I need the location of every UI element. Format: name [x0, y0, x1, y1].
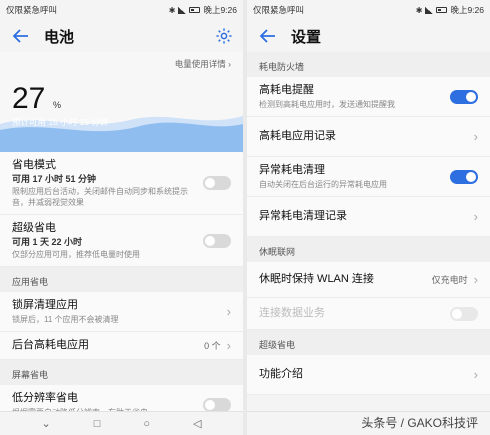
power-saving-mode-row[interactable]: 省电模式 可用 17 小时 51 分钟 限制应用后台活动，关闭邮件自动同步和系统…: [0, 152, 243, 215]
row-sub: 检测到高耗电应用时，发送通知提醒我: [259, 100, 395, 109]
row-title: 休眠时保持 WLAN 连接: [259, 273, 374, 285]
nav-bar: ⌄ □ ○ ◁: [0, 411, 243, 435]
chevron-right-icon: ›: [226, 304, 231, 319]
super-saving-row[interactable]: 超级省电 可用 1 天 22 小时 仅部分应用可用，推荐低电量时使用: [0, 215, 243, 267]
row-title: 锁屏清理应用: [12, 299, 78, 311]
battery-screen: 仅限紧急呼叫 ✱ 晚上9:26 电池 电量使用详情 › 27 % 预计可用 16…: [0, 0, 243, 435]
data-service-toggle: [450, 306, 478, 321]
high-drain-record-row[interactable]: 高耗电应用记录 ›: [247, 117, 490, 157]
carrier-text: 仅限紧急呼叫: [6, 5, 58, 15]
app-bar: 设置: [247, 20, 490, 52]
super-saving-toggle[interactable]: [203, 233, 231, 248]
chevron-right-icon: ›: [473, 272, 478, 287]
bluetooth-icon: ✱: [168, 5, 176, 15]
lock-screen-clean-row[interactable]: 锁屏清理应用 锁屏后，11 个应用不会被清理 ›: [0, 292, 243, 332]
high-drain-alert-row[interactable]: 高耗电提醒 检测到高耗电应用时，发送通知提醒我: [247, 77, 490, 117]
percent-sign: %: [53, 100, 62, 110]
data-service-row: 连接数据业务: [247, 298, 490, 330]
row-sub-bold: 可用 1 天 22 小时: [12, 237, 83, 247]
row-title: 异常耗电清理记录: [259, 210, 347, 222]
chevron-right-icon: ›: [473, 129, 478, 144]
row-sub: 仅部分应用可用，推荐低电量时使用: [12, 250, 140, 259]
chevron-down-icon[interactable]: ⌄: [42, 417, 51, 430]
background-drain-row[interactable]: 后台高耗电应用 0 个 ›: [0, 332, 243, 360]
section-header: 屏幕省电: [0, 360, 243, 385]
power-saving-toggle[interactable]: [203, 176, 231, 190]
battery-level-panel: 电量使用详情 › 27 % 预计可用 16 小时 15 分钟: [0, 52, 243, 152]
signal-icon: [425, 6, 434, 14]
back-arrow-icon[interactable]: [257, 25, 279, 47]
battery-percent: 27: [12, 82, 46, 115]
abnormal-clean-toggle[interactable]: [450, 169, 478, 184]
abnormal-clean-row[interactable]: 异常耗电清理 自动关闭在后台运行的异常耗电应用: [247, 157, 490, 197]
abnormal-clean-record-row[interactable]: 异常耗电清理记录 ›: [247, 197, 490, 237]
row-sub: 自动关闭在后台运行的异常耗电应用: [259, 180, 387, 189]
app-bar: 电池: [0, 20, 243, 52]
row-title: 高耗电应用记录: [259, 130, 336, 142]
low-resolution-toggle[interactable]: [203, 397, 231, 412]
signal-icon: [178, 6, 187, 14]
row-title: 超级省电: [12, 222, 56, 234]
back-triangle-icon[interactable]: ◁: [193, 417, 201, 430]
chevron-right-icon: ›: [473, 367, 478, 382]
remaining-time: 预计可用 16 小时 15 分钟: [12, 117, 109, 127]
row-sub-bold: 可用 17 小时 51 分钟: [12, 174, 97, 184]
status-bar: 仅限紧急呼叫 ✱ 晚上9:26: [247, 0, 490, 20]
clock-text: 晚上9:26: [203, 5, 237, 15]
gear-icon[interactable]: [215, 27, 233, 45]
settings-screen: 仅限紧急呼叫 ✱ 晚上9:26 设置 耗电防火墙 高耗电提醒 检测到高耗电应用时…: [247, 0, 490, 435]
high-drain-alert-toggle[interactable]: [450, 89, 478, 104]
usage-details-link[interactable]: 电量使用详情 ›: [175, 58, 231, 70]
battery-icon: [189, 7, 201, 13]
row-value: 仅充电时: [431, 275, 468, 285]
section-header: 超级省电: [247, 330, 490, 355]
chevron-right-icon: ›: [226, 338, 231, 353]
row-title: 省电模式: [12, 159, 56, 171]
page-title: 电池: [44, 28, 75, 46]
section-header: 休眠联网: [247, 237, 490, 262]
section-header: 耗电防火墙: [247, 52, 490, 77]
row-title: 后台高耗电应用: [12, 339, 89, 351]
back-arrow-icon[interactable]: [10, 25, 32, 47]
section-header: 应用省电: [0, 267, 243, 292]
home-icon[interactable]: ○: [143, 418, 150, 430]
row-title: 连接数据业务: [259, 307, 325, 319]
row-value: 0 个: [204, 341, 221, 351]
feature-intro-row[interactable]: 功能介绍 ›: [247, 355, 490, 395]
page-title: 设置: [291, 28, 322, 46]
status-bar: 仅限紧急呼叫 ✱ 晚上9:26: [0, 0, 243, 20]
recent-apps-icon[interactable]: □: [94, 418, 101, 430]
row-sub: 锁屏后，11 个应用不会被清理: [12, 315, 119, 324]
row-title: 低分辨率省电: [12, 392, 78, 404]
battery-icon: [436, 7, 448, 13]
chevron-right-icon: ›: [473, 209, 478, 224]
sleep-wlan-row[interactable]: 休眠时保持 WLAN 连接 仅充电时 ›: [247, 262, 490, 298]
clock-text: 晚上9:26: [450, 5, 484, 15]
row-title: 功能介绍: [259, 368, 303, 380]
row-sub: 限制应用后台活动，关闭邮件自动同步和系统提示音，并减弱视觉效果: [12, 187, 188, 207]
watermark: 头条号 / GAKO科技评: [361, 416, 478, 430]
row-title: 异常耗电清理: [259, 164, 325, 176]
bluetooth-icon: ✱: [415, 5, 423, 15]
carrier-text: 仅限紧急呼叫: [253, 5, 305, 15]
row-title: 高耗电提醒: [259, 84, 314, 96]
